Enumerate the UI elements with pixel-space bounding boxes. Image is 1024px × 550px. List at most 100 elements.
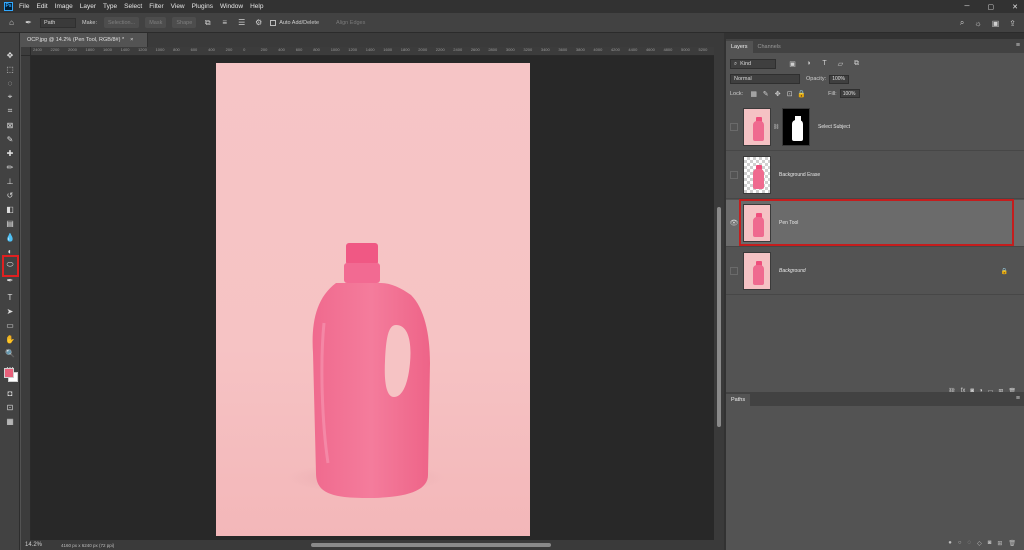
make-work-path-icon[interactable]: ◇ xyxy=(977,540,982,547)
path-operations-icon[interactable]: ⧉ xyxy=(202,17,213,28)
type-tool-icon[interactable]: T xyxy=(3,291,17,303)
auto-add-delete-checkbox[interactable] xyxy=(270,19,277,26)
menu-image[interactable]: Image xyxy=(55,3,73,10)
filter-pixel-icon[interactable]: ▣ xyxy=(788,60,797,68)
eraser-tool-icon[interactable]: ◧ xyxy=(3,203,17,215)
maximize-button[interactable]: ▢ xyxy=(988,3,995,11)
make-selection-button[interactable]: Selection... xyxy=(103,17,140,28)
menu-file[interactable]: File xyxy=(19,3,29,10)
eyedropper-tool-icon[interactable]: ✎ xyxy=(3,133,17,145)
filter-type-icon[interactable]: T xyxy=(820,60,829,68)
discover-icon[interactable]: ☼ xyxy=(974,19,981,28)
close-tab-icon[interactable]: × xyxy=(130,37,133,43)
menu-filter[interactable]: Filter xyxy=(149,3,163,10)
delete-path-icon[interactable]: 🗑 xyxy=(1008,540,1016,547)
layers-panel-header: Layers Channels ≡ xyxy=(726,39,1024,53)
horizontal-scroll-thumb[interactable] xyxy=(311,543,551,547)
brush-tool-icon[interactable]: ✏ xyxy=(3,161,17,173)
artboard-icon[interactable]: ▦ xyxy=(3,415,17,427)
pen-mode-select[interactable]: Path xyxy=(40,17,76,28)
clone-stamp-tool-icon[interactable]: ⊥ xyxy=(3,175,17,187)
lock-transparent-icon[interactable]: ▦ xyxy=(749,90,758,98)
menu-help[interactable]: Help xyxy=(250,3,263,10)
layer-mask-thumbnail[interactable] xyxy=(782,108,810,146)
crop-tool-icon[interactable]: ⌗ xyxy=(3,105,17,117)
ruler-tick-label: 4200 xyxy=(610,47,620,52)
blur-tool-icon[interactable]: 💧 xyxy=(3,231,17,243)
make-mask-button[interactable]: Mask xyxy=(145,17,167,28)
path-selection-tool-icon[interactable]: ➤ xyxy=(3,305,17,317)
filter-smart-object-icon[interactable]: ⧉ xyxy=(852,60,861,68)
canvas-area[interactable] xyxy=(31,56,714,540)
fill-path-icon[interactable]: ● xyxy=(948,540,952,546)
lock-all-icon[interactable]: 🔒 xyxy=(797,90,806,98)
blend-mode-select[interactable]: Normal xyxy=(730,74,800,84)
lasso-tool-icon[interactable]: ◌ xyxy=(3,77,17,89)
search-icon[interactable]: ⌕ xyxy=(960,18,964,28)
lock-image-icon[interactable]: ✎ xyxy=(761,90,770,98)
gear-icon[interactable]: ⚙ xyxy=(253,17,264,28)
mask-link-icon[interactable]: ⛓ xyxy=(773,124,779,130)
load-selection-icon[interactable]: ◌ xyxy=(968,540,972,546)
layer-select-subject[interactable]: ⛓ Select Subject xyxy=(726,104,1024,151)
tab-paths[interactable]: Paths xyxy=(726,394,751,406)
document-tab[interactable]: OCP.jpg @ 14.2% (Pen Tool, RGB/8#) * × xyxy=(21,33,148,47)
marquee-tool-icon[interactable]: ⬚ xyxy=(3,63,17,75)
vertical-scrollbar[interactable] xyxy=(714,47,724,540)
history-brush-tool-icon[interactable]: ↺ xyxy=(3,189,17,201)
opacity-field[interactable]: 100% xyxy=(829,74,850,84)
tab-channels[interactable]: Channels xyxy=(753,41,786,53)
add-mask-path-icon[interactable]: ◙ xyxy=(988,540,992,546)
ruler-origin[interactable] xyxy=(21,47,31,56)
menu-edit[interactable]: Edit xyxy=(36,3,47,10)
path-arrangement-icon[interactable]: ☰ xyxy=(236,17,247,28)
menu-layer[interactable]: Layer xyxy=(80,3,96,10)
screen-mode-icon[interactable]: ⊡ xyxy=(3,401,17,413)
menu-window[interactable]: Window xyxy=(220,3,243,10)
lock-artboard-icon[interactable]: ⊡ xyxy=(785,90,794,98)
filter-adjustment-icon[interactable]: ◑ xyxy=(804,60,813,68)
workspace-icon[interactable]: ▣ xyxy=(992,19,1000,28)
photo-canvas[interactable] xyxy=(216,63,530,536)
menu-view[interactable]: View xyxy=(171,3,185,10)
home-icon[interactable]: ⌂ xyxy=(6,17,17,28)
gradient-tool-icon[interactable]: ▤ xyxy=(3,217,17,229)
vertical-scroll-thumb[interactable] xyxy=(717,207,721,427)
share-icon[interactable]: ⇪ xyxy=(1009,19,1016,28)
layer-background-erase[interactable]: Background Erase xyxy=(726,152,1024,199)
quick-mask-icon[interactable]: ◘ xyxy=(3,387,17,399)
visibility-toggle[interactable] xyxy=(730,123,738,131)
zoom-level[interactable]: 14.2% xyxy=(25,542,61,548)
pen-tool-preset-icon[interactable]: ✒ xyxy=(23,17,34,28)
paths-footer: ● ○ ◌ ◇ ◙ ⊞ 🗑 xyxy=(726,536,1024,550)
menu-plugins[interactable]: Plugins xyxy=(192,3,213,10)
make-shape-button[interactable]: Shape xyxy=(172,17,197,28)
menu-select[interactable]: Select xyxy=(124,3,142,10)
rectangle-tool-icon[interactable]: ▭ xyxy=(3,319,17,331)
menu-type[interactable]: Type xyxy=(103,3,117,10)
object-selection-tool-icon[interactable]: ⌖ xyxy=(3,91,17,103)
visibility-toggle[interactable] xyxy=(730,267,738,275)
kind-filter-select[interactable]: ⌕ Kind xyxy=(730,59,776,69)
foreground-color-swatch[interactable] xyxy=(4,368,14,378)
frame-tool-icon[interactable]: ⊠ xyxy=(3,119,17,131)
align-edges-option[interactable]: Align Edges xyxy=(336,20,365,26)
layer-background[interactable]: Background 🔒 xyxy=(726,248,1024,295)
lock-position-icon[interactable]: ✥ xyxy=(773,90,782,98)
zoom-tool-icon[interactable]: 🔍 xyxy=(3,347,17,359)
minimize-button[interactable]: ─ xyxy=(965,3,970,10)
tab-layers[interactable]: Layers xyxy=(726,41,753,53)
path-alignment-icon[interactable]: ≡ xyxy=(219,17,230,28)
stroke-path-icon[interactable]: ○ xyxy=(958,540,962,546)
fill-field[interactable]: 100% xyxy=(839,89,860,98)
hand-tool-icon[interactable]: ✋ xyxy=(3,333,17,345)
ruler-tick-label: 1600 xyxy=(103,47,112,52)
move-tool-icon[interactable]: ✥ xyxy=(3,49,17,61)
paths-menu-icon[interactable]: ≡ xyxy=(1016,395,1020,402)
healing-brush-tool-icon[interactable]: ✚ xyxy=(3,147,17,159)
close-window-button[interactable]: ✕ xyxy=(1012,3,1018,11)
filter-shape-icon[interactable]: ▱ xyxy=(836,60,845,68)
new-path-icon[interactable]: ⊞ xyxy=(997,540,1002,547)
visibility-toggle[interactable] xyxy=(730,171,738,179)
panel-menu-icon[interactable]: ≡ xyxy=(1016,42,1020,49)
